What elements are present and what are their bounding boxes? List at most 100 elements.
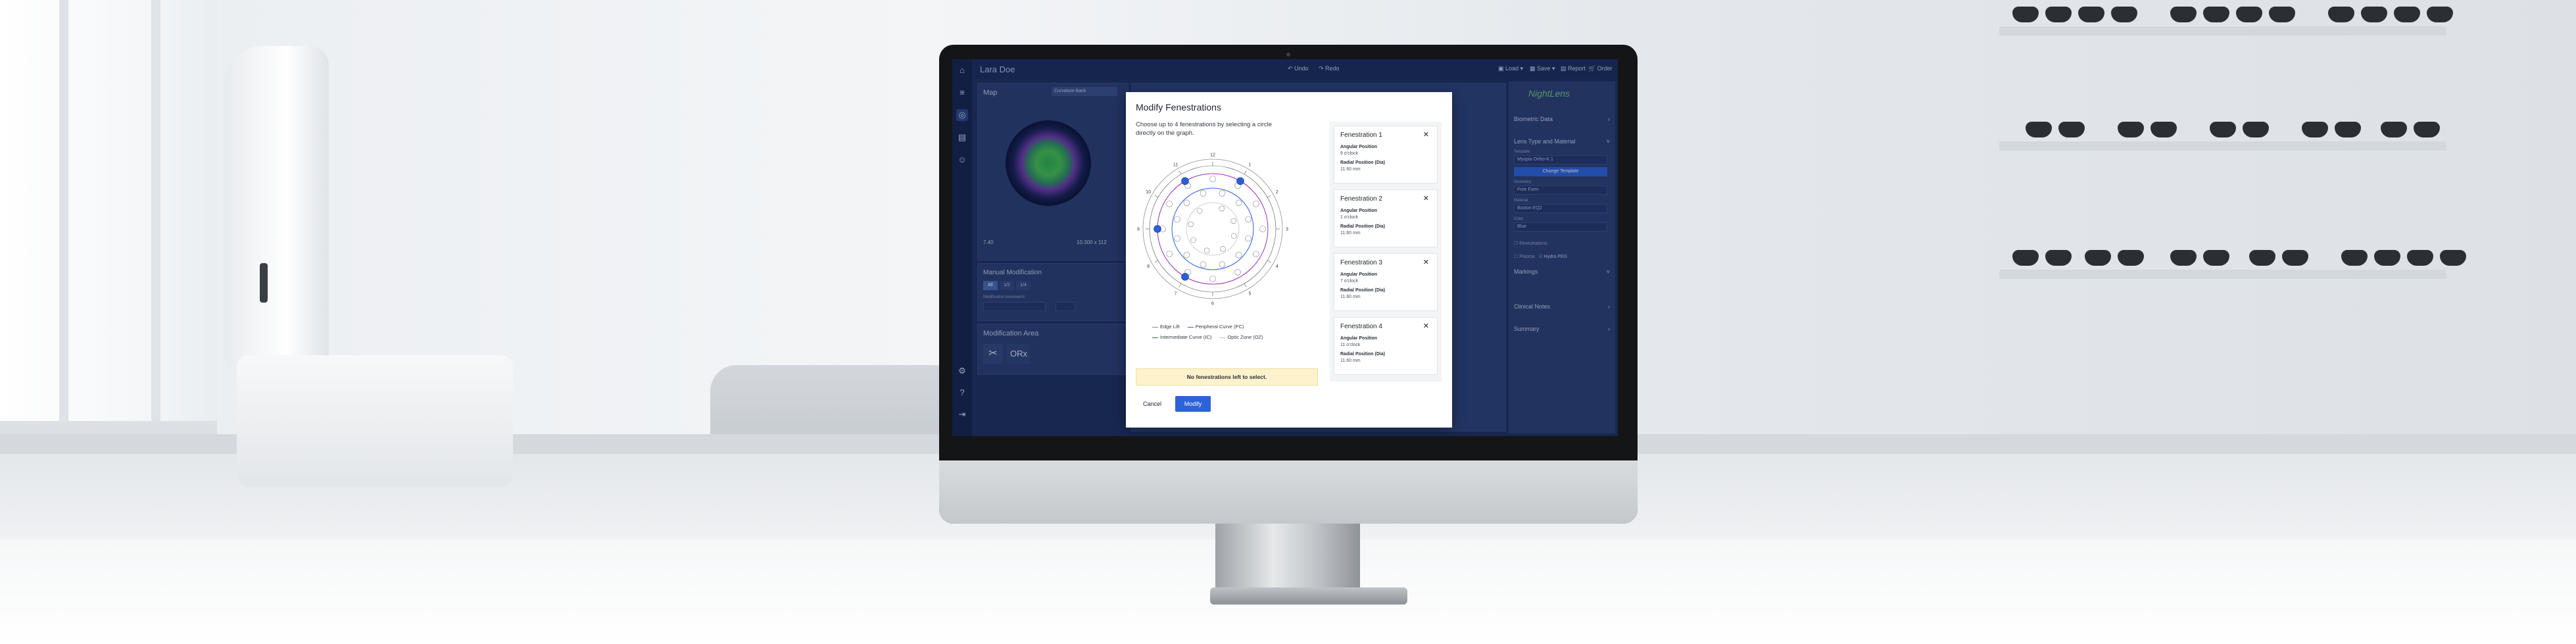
legend-swatch <box>1187 326 1194 328</box>
radial-position-value: 11.60 mm <box>1340 359 1361 363</box>
sunglasses <box>2118 122 2178 137</box>
sunglasses-lens <box>2118 122 2144 137</box>
fenestration-candidate[interactable] <box>1219 190 1226 197</box>
sunglasses <box>2170 250 2231 266</box>
fenestration-candidate[interactable] <box>1259 226 1266 232</box>
fenestration-candidate[interactable] <box>1209 276 1216 282</box>
selected-fenestration[interactable] <box>1236 177 1244 186</box>
fenestration-candidate[interactable] <box>1166 251 1173 257</box>
sunglasses-lens <box>2045 250 2072 266</box>
fenestration-candidate[interactable] <box>1235 251 1242 259</box>
sunglasses-lens <box>2440 250 2466 266</box>
selected-fenestration[interactable] <box>1154 225 1161 233</box>
device-slot <box>260 263 268 303</box>
sunglasses-lens <box>2045 7 2072 22</box>
angular-position-value: 1 o'clock <box>1340 215 1359 220</box>
shelf <box>1999 270 2446 279</box>
fenestration-candidate[interactable] <box>1253 251 1259 257</box>
window-frame <box>151 0 160 421</box>
sunglasses-lens <box>2328 7 2354 22</box>
sunglasses-lens <box>2282 250 2308 266</box>
fenestration-candidate[interactable] <box>1231 233 1237 239</box>
clock-tick <box>1179 283 1182 287</box>
fenestration-candidate[interactable] <box>1230 218 1237 224</box>
sunglasses <box>2085 250 2145 266</box>
selected-fenestration[interactable] <box>1181 272 1189 281</box>
fenestration-candidate[interactable] <box>1174 235 1180 242</box>
fenestration-candidate[interactable] <box>1200 190 1207 197</box>
fenestration-candidate[interactable] <box>1190 237 1196 243</box>
fenestration-candidate[interactable] <box>1188 221 1194 228</box>
sunglasses-lens <box>2203 250 2229 266</box>
clock-tick <box>1154 260 1159 263</box>
close-icon[interactable]: ✕ <box>1423 258 1429 266</box>
angular-position-label: Angular Position <box>1340 145 1377 149</box>
clock-label: 8 <box>1147 264 1150 269</box>
ophthalmic-device <box>210 46 513 487</box>
fenestration-candidate[interactable] <box>1203 247 1210 254</box>
fenestration-candidate[interactable] <box>1219 261 1226 268</box>
sunglasses-lens <box>2170 7 2197 22</box>
sunglasses-lens <box>2012 250 2039 266</box>
fenestration-candidate[interactable] <box>1196 208 1203 214</box>
fenestration-candidate[interactable] <box>1235 199 1242 207</box>
sunglasses <box>2341 250 2402 266</box>
fenestration-candidate[interactable] <box>1220 245 1226 252</box>
fenestration-candidate[interactable] <box>1209 176 1216 182</box>
clock-label: 4 <box>1276 264 1278 269</box>
clock-label: 11 <box>1173 163 1178 168</box>
radial-position-value: 11.60 mm <box>1340 231 1361 235</box>
notice-banner: No fenestrations left to select. <box>1136 368 1318 385</box>
sunglasses <box>2328 7 2389 22</box>
optic-zone-ring <box>1186 202 1240 256</box>
close-icon[interactable]: ✕ <box>1423 322 1429 330</box>
cancel-button[interactable]: Cancel <box>1136 396 1169 412</box>
fenestration-candidate[interactable] <box>1183 199 1190 207</box>
fenestration-candidate[interactable] <box>1245 235 1252 242</box>
fenestration-candidate[interactable] <box>1166 201 1173 207</box>
close-icon[interactable]: ✕ <box>1423 194 1429 203</box>
fenestration-graph: 121234567891011 <box>1137 153 1288 307</box>
sunglasses-lens <box>2269 7 2295 22</box>
fenestration-candidate[interactable] <box>1200 261 1207 268</box>
fenestration-card-3: Fenestration 3 ✕ Angular Position 7 o'cl… <box>1334 253 1438 311</box>
clock-tick <box>1179 170 1182 175</box>
fenestration-candidate[interactable] <box>1219 205 1225 212</box>
legend-row-2: Intermediate Curve (IC) Optic Zone (OZ) <box>1152 334 1277 340</box>
sunglasses <box>2407 250 2467 266</box>
angular-position-value: 9 o'clock <box>1340 151 1359 156</box>
fenestration-candidate[interactable] <box>1234 269 1241 276</box>
sunglasses-lens <box>2151 122 2177 137</box>
fenestration-candidate[interactable] <box>1174 216 1180 223</box>
legend-swatch <box>1219 337 1226 338</box>
sunglasses <box>2078 7 2139 22</box>
legend-intermediate-curve: Intermediate Curve (IC) <box>1152 334 1211 340</box>
sunglasses <box>2026 122 2086 137</box>
close-icon[interactable]: ✕ <box>1423 130 1429 139</box>
peripheral-curve-ring <box>1157 173 1269 285</box>
sunglasses-lens <box>2361 7 2387 22</box>
fenestration-candidate[interactable] <box>1183 251 1190 259</box>
fenestration-name: Fenestration 1 <box>1340 132 1382 139</box>
fenestration-name: Fenestration 3 <box>1340 259 1382 266</box>
clock-tick <box>1244 283 1247 287</box>
monitor-stand <box>1215 524 1360 589</box>
sunglasses-lens <box>2210 122 2236 137</box>
legend-peripheral-curve: Peripheral Curve (PC) <box>1187 324 1244 330</box>
sunglasses-lens <box>2381 122 2407 137</box>
legend-swatch <box>1152 337 1158 338</box>
sunglasses-lens <box>2078 7 2104 22</box>
selected-fenestration[interactable] <box>1181 177 1189 186</box>
radial-position-label: Radial Position (Dia) <box>1340 288 1386 293</box>
sunglasses-lens <box>2085 250 2111 266</box>
legend-swatch <box>1152 326 1158 328</box>
sunglasses <box>2170 7 2231 22</box>
radial-position-value: 11.60 mm <box>1340 295 1361 299</box>
angular-position-value: 7 o'clock <box>1340 279 1359 284</box>
outer-ring <box>1149 165 1276 293</box>
modify-button[interactable]: Modify <box>1175 396 1211 412</box>
legend-intermediate-curve-label: Intermediate Curve (IC) <box>1160 334 1212 340</box>
fenestration-candidate[interactable] <box>1253 201 1259 207</box>
fenestration-candidate[interactable] <box>1245 216 1252 223</box>
sunglasses-lens <box>2341 250 2368 266</box>
